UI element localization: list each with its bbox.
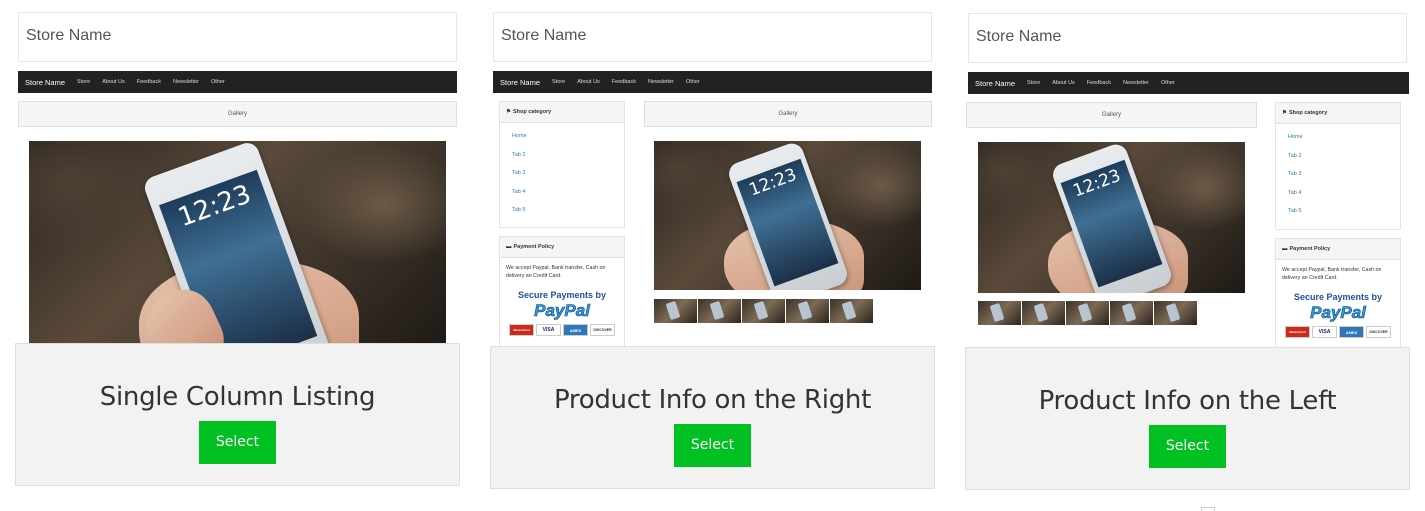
mastercard-icon: MasterCard	[509, 324, 534, 336]
nav-link-newsletter: Newsletter	[647, 79, 674, 85]
nav-link-feedback: Feedback	[611, 79, 636, 85]
layout-card-info-right[interactable]: Store Name Store Name Store About Us Fee…	[490, 12, 935, 489]
paypal-badge: Secure Payments by PayPal MasterCard VIS…	[1276, 292, 1400, 338]
gallery-bar: Gallery	[18, 101, 457, 127]
category-link-home: Home	[1288, 134, 1303, 140]
thumbnail[interactable]	[1110, 301, 1153, 325]
nav-link-other: Other	[210, 79, 225, 85]
paypal-logo: PayPal	[1310, 303, 1366, 323]
category-link-tab2: Tab 2	[1288, 152, 1302, 159]
nav-link-about: About Us	[102, 79, 125, 85]
scroll-indicator	[1201, 507, 1215, 511]
nav-link-newsletter: Newsletter	[172, 79, 199, 85]
layout-title: Product Info on the Left	[1038, 386, 1337, 416]
gallery-bar: Gallery	[966, 102, 1257, 128]
visa-icon: VISA	[536, 324, 561, 336]
category-link-home: Home	[512, 133, 527, 139]
card-logos: MasterCard VISA AMEX DISCOVER	[500, 324, 624, 336]
panel-title: Payment Policy	[1289, 246, 1331, 252]
store-header: Store Name	[968, 13, 1407, 63]
thumbnail[interactable]	[978, 301, 1021, 325]
thumbnail[interactable]	[786, 299, 829, 323]
amex-icon: AMEX	[1339, 326, 1364, 338]
gallery-bar: Gallery	[644, 101, 932, 127]
layout-preview: Store Name Store Name Store About Us Fee…	[490, 12, 935, 352]
thumbnail[interactable]	[1066, 301, 1109, 325]
navbar-brand: Store Name	[500, 77, 541, 87]
category-link-tab3: Tab 3	[1288, 171, 1302, 177]
category-link-tab2: Tab 2	[512, 151, 526, 158]
nav-link-other: Other	[1160, 80, 1175, 86]
payment-policy-panel: ▬ Payment Policy We accept Paypal, Bank t…	[1275, 238, 1401, 353]
nav-link-other: Other	[685, 79, 700, 85]
product-photo: 12:23	[654, 141, 921, 290]
nav-link-about: About Us	[1052, 80, 1075, 86]
select-button[interactable]: Select	[199, 421, 276, 464]
store-header: Store Name	[18, 12, 457, 62]
nav-link-store: Store	[552, 79, 566, 85]
layout-preview: Store Name Store Name Store About Us Fee…	[965, 13, 1410, 353]
mastercard-icon: MasterCard	[1285, 326, 1310, 338]
thumbnail[interactable]	[1154, 301, 1197, 325]
layout-preview: Store Name Store Name Store About Us Fee…	[15, 12, 460, 352]
paypal-badge: Secure Payments by PayPal MasterCard VIS…	[500, 290, 624, 336]
shop-category-panel: ⚑ Shop category Home Tab 2 Tab 3 Tab 4 Ta…	[1275, 102, 1401, 230]
policy-text: We accept Paypal, Bank transfer, Cash on…	[506, 265, 606, 279]
thumbnail-strip	[978, 301, 1197, 325]
tag-icon: ⚑	[506, 109, 511, 115]
thumbnail[interactable]	[1022, 301, 1065, 325]
nav-link-store: Store	[77, 79, 91, 85]
panel-title: Payment Policy	[513, 244, 555, 250]
nav-link-newsletter: Newsletter	[1122, 80, 1149, 86]
paypal-title: Secure Payments by	[1293, 292, 1383, 302]
amex-icon: AMEX	[563, 324, 588, 336]
layout-title: Product Info on the Right	[553, 385, 871, 415]
policy-text: We accept Paypal, Bank transfer, Cash on…	[1282, 267, 1382, 281]
paypal-logo: PayPal	[534, 301, 590, 321]
product-photo: 12:23	[978, 142, 1245, 293]
payment-policy-panel: ▬ Payment Policy We accept Paypal, Bank t…	[499, 236, 625, 352]
layout-card-info-left[interactable]: Store Name Store Name Store About Us Fee…	[965, 13, 1410, 490]
thumbnail-strip	[654, 299, 873, 323]
discover-icon: DISCOVER	[590, 324, 615, 336]
navbar-brand: Store Name	[25, 77, 66, 87]
thumbnail[interactable]	[698, 299, 741, 323]
layout-caption: Product Info on the Right Select	[490, 346, 935, 489]
category-link-tab5: Tab 5	[1288, 208, 1302, 214]
layout-caption: Single Column Listing Select	[15, 343, 460, 486]
store-header: Store Name	[493, 12, 932, 62]
discover-icon: DISCOVER	[1366, 326, 1391, 338]
navbar: Store Name Store About Us Feedback Newsl…	[493, 71, 932, 93]
layout-card-single-column[interactable]: Store Name Store Name Store About Us Fee…	[15, 12, 460, 487]
nav-link-about: About Us	[577, 79, 600, 85]
category-link-tab4: Tab 4	[512, 188, 526, 195]
visa-icon: VISA	[1312, 326, 1337, 338]
panel-title: Shop category	[512, 109, 552, 115]
nav-link-store: Store	[1027, 80, 1041, 86]
navbar: Store Name Store About Us Feedback Newsl…	[968, 72, 1409, 94]
paypal-title: Secure Payments by	[517, 290, 607, 300]
layout-title: Single Column Listing	[99, 382, 376, 412]
category-link-tab3: Tab 3	[512, 170, 526, 176]
card-logos: MasterCard VISA AMEX DISCOVER	[1276, 326, 1400, 338]
select-button[interactable]: Select	[1149, 425, 1226, 468]
nav-link-feedback: Feedback	[1086, 80, 1111, 86]
nav-link-feedback: Feedback	[136, 79, 161, 85]
card-icon: ▬	[1282, 246, 1288, 252]
shop-category-panel: ⚑ Shop category Home Tab 2 Tab 3 Tab 4 Ta…	[499, 101, 625, 228]
select-button[interactable]: Select	[674, 424, 751, 467]
category-link-tab4: Tab 4	[1288, 189, 1302, 196]
navbar: Store Name Store About Us Feedback Newsl…	[18, 71, 457, 93]
navbar-brand: Store Name	[975, 78, 1016, 88]
product-photo: 12:23	[29, 141, 446, 352]
thumbnail[interactable]	[830, 299, 873, 323]
card-icon: ▬	[506, 244, 512, 250]
category-link-tab5: Tab 5	[512, 207, 526, 213]
panel-title: Shop category	[1288, 110, 1328, 116]
layout-caption: Product Info on the Left Select	[965, 347, 1410, 490]
thumbnail[interactable]	[654, 299, 697, 323]
thumbnail[interactable]	[742, 299, 785, 323]
tag-icon: ⚑	[1282, 110, 1287, 116]
